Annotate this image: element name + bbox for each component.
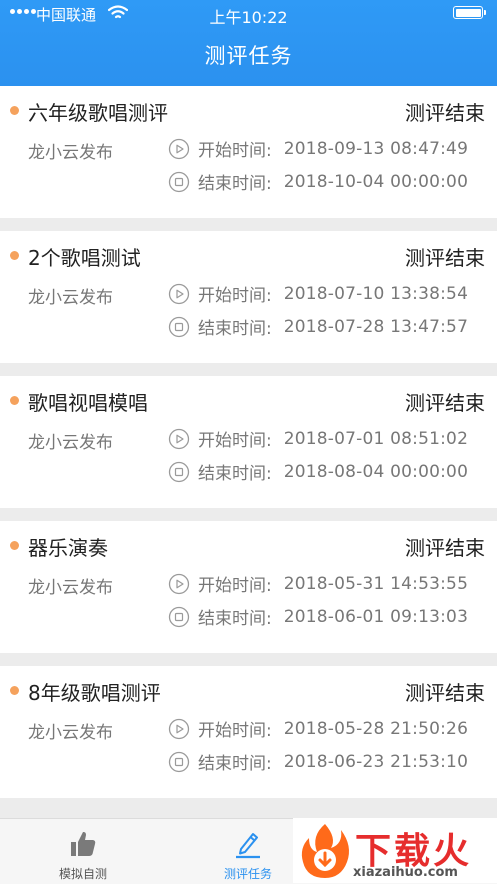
play-circle-icon	[168, 283, 190, 304]
page-title: 测评任务	[204, 44, 293, 68]
task-title: 8年级歌唱测评	[28, 681, 161, 705]
task-card[interactable]: 器乐演奏 测评结束 龙小云发布 开始时间: 2018-05-31 14:53:5…	[0, 521, 497, 653]
end-time-row: 结束时间: 2018-08-04 00:00:00	[168, 459, 468, 484]
stop-circle-icon	[168, 171, 190, 192]
stop-circle-icon	[168, 606, 190, 627]
watermark-logo: 下载火 xiazaihuo.com	[293, 818, 497, 883]
task-status: 测评结束	[405, 536, 485, 560]
task-title: 六年级歌唱测评	[28, 101, 168, 125]
start-time-row: 开始时间: 2018-07-01 08:51:02	[168, 426, 468, 451]
play-circle-icon	[168, 138, 190, 159]
end-time-row: 结束时间: 2018-10-04 00:00:00	[168, 169, 468, 194]
task-card[interactable]: 2个歌唱测试 测评结束 龙小云发布 开始时间: 2018-07-10 13:38…	[0, 231, 497, 363]
task-list: 六年级歌唱测评 测评结束 龙小云发布 开始时间: 2018-09-13 08:4…	[0, 86, 497, 811]
status-time: 上午10:22	[209, 8, 288, 27]
start-time-value: 2018-07-10 13:38:54	[283, 283, 469, 304]
task-publisher: 龙小云发布	[28, 288, 113, 308]
task-title: 2个歌唱测试	[28, 246, 141, 270]
watermark-url: xiazaihuo.com	[353, 865, 458, 880]
start-time-label: 开始时间:	[198, 141, 272, 161]
status-bar: 中国联通 上午10:22	[0, 0, 497, 28]
task-status: 测评结束	[405, 101, 485, 125]
task-card[interactable]: 六年级歌唱测评 测评结束 龙小云发布 开始时间: 2018-09-13 08:4…	[0, 86, 497, 218]
start-time-label: 开始时间:	[198, 721, 272, 741]
tab-practice-label: 模拟自测	[58, 867, 107, 881]
task-title: 歌唱视唱模唱	[28, 391, 148, 415]
task-status: 测评结束	[405, 681, 485, 705]
end-time-row: 结束时间: 2018-06-01 09:13:03	[168, 604, 468, 629]
battery-icon	[453, 6, 486, 19]
flame-logo-icon	[301, 824, 349, 878]
start-time-label: 开始时间:	[198, 431, 272, 451]
start-time-value: 2018-05-31 14:53:55	[283, 573, 469, 594]
stop-circle-icon	[168, 316, 190, 337]
bullet-dot-icon	[10, 686, 19, 695]
task-publisher: 龙小云发布	[28, 723, 113, 743]
end-time-label: 结束时间:	[198, 464, 272, 484]
task-publisher: 龙小云发布	[28, 143, 113, 163]
end-time-value: 2018-06-23 21:53:10	[283, 751, 469, 772]
start-time-value: 2018-07-01 08:51:02	[283, 428, 469, 449]
start-time-value: 2018-05-28 21:50:26	[283, 718, 469, 739]
play-circle-icon	[168, 718, 190, 739]
end-time-label: 结束时间:	[198, 319, 272, 339]
play-circle-icon	[168, 573, 190, 594]
play-circle-icon	[168, 428, 190, 449]
tab-tasks[interactable]: 测评任务	[193, 819, 303, 884]
task-card[interactable]: 8年级歌唱测评 测评结束 龙小云发布 开始时间: 2018-05-28 21:5…	[0, 666, 497, 798]
bullet-dot-icon	[10, 541, 19, 550]
task-status: 测评结束	[405, 391, 485, 415]
thumbs-up-icon	[71, 831, 96, 856]
start-time-row: 开始时间: 2018-05-31 14:53:55	[168, 571, 468, 596]
end-time-value: 2018-08-04 00:00:00	[283, 461, 469, 482]
start-time-label: 开始时间:	[198, 286, 272, 306]
stop-circle-icon	[168, 461, 190, 482]
bullet-dot-icon	[10, 106, 19, 115]
end-time-label: 结束时间:	[198, 754, 272, 774]
start-time-label: 开始时间:	[198, 576, 272, 596]
end-time-value: 2018-06-01 09:13:03	[283, 606, 469, 627]
end-time-label: 结束时间:	[198, 609, 272, 629]
stop-circle-icon	[168, 751, 190, 772]
start-time-value: 2018-09-13 08:47:49	[283, 138, 469, 159]
task-title: 器乐演奏	[28, 536, 108, 560]
task-publisher: 龙小云发布	[28, 578, 113, 598]
end-time-value: 2018-10-04 00:00:00	[283, 171, 469, 192]
end-time-value: 2018-07-28 13:47:57	[283, 316, 469, 337]
end-time-label: 结束时间:	[198, 174, 272, 194]
bullet-dot-icon	[10, 396, 19, 405]
start-time-row: 开始时间: 2018-05-28 21:50:26	[168, 716, 468, 741]
task-publisher: 龙小云发布	[28, 433, 113, 453]
pencil-icon	[236, 833, 260, 859]
bullet-dot-icon	[10, 251, 19, 260]
task-status: 测评结束	[405, 246, 485, 270]
start-time-row: 开始时间: 2018-09-13 08:47:49	[168, 136, 468, 161]
end-time-row: 结束时间: 2018-07-28 13:47:57	[168, 314, 468, 339]
app-header: 中国联通 上午10:22 测评任务	[0, 0, 497, 86]
end-time-row: 结束时间: 2018-06-23 21:53:10	[168, 749, 468, 774]
tab-practice[interactable]: 模拟自测	[28, 819, 138, 884]
tab-tasks-label: 测评任务	[223, 867, 272, 881]
start-time-row: 开始时间: 2018-07-10 13:38:54	[168, 281, 468, 306]
task-card[interactable]: 歌唱视唱模唱 测评结束 龙小云发布 开始时间: 2018-07-01 08:51…	[0, 376, 497, 508]
